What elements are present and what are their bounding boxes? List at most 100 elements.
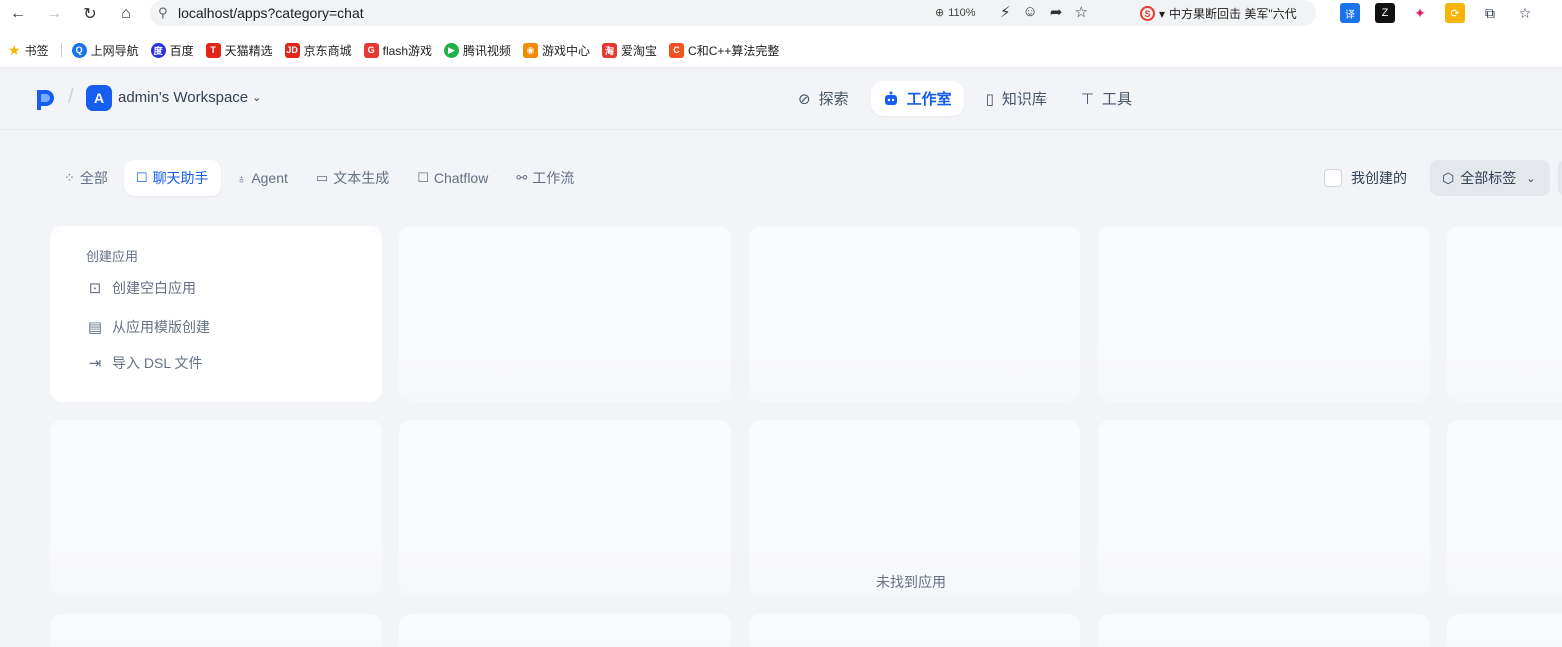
tab-agent[interactable]: ♁ Agent [225, 160, 300, 196]
create-blank-app-button[interactable]: ⊡ 创建空白应用 [86, 278, 196, 298]
bookmark-item[interactable]: JD 京东商城 [284, 42, 352, 59]
nav-knowledge[interactable]: ▯ 知识库 [974, 81, 1059, 116]
browser-toolbar: ← → ↻ ⌂ ⚲ localhost/apps?category=chat ⊕… [0, 0, 1562, 27]
workspace-switcher[interactable]: admin's Workspace ⌄ [118, 89, 261, 106]
share-icon[interactable]: ➦ [1050, 3, 1063, 21]
c-icon: C [669, 42, 685, 58]
breadcrumb-separator: / [68, 86, 74, 108]
tag-icon: ⬡ [1442, 169, 1455, 186]
placeholder-card [399, 420, 731, 596]
zoom-indicator[interactable]: ⊕ 110% [935, 6, 976, 20]
extension-star-icon[interactable]: ✦ [1410, 3, 1430, 23]
favorites-icon[interactable]: ☆ [1515, 3, 1535, 23]
baidu-icon: 度 [150, 42, 166, 58]
tab-all[interactable]: ⁘ 全部 [52, 160, 120, 196]
forward-button[interactable]: → [36, 0, 72, 27]
tmall-icon: T [205, 42, 221, 58]
placeholder-card [1098, 226, 1430, 402]
agent-icon: ♁ [236, 170, 247, 186]
tag-filter-label: 全部标签 [1460, 170, 1517, 186]
create-app-card: 创建应用 ⊡ 创建空白应用 ▤ 从应用模版创建 ⇥ 导入 DSL 文件 [50, 226, 382, 402]
placeholder-card [50, 420, 382, 596]
robot-icon [884, 91, 897, 105]
placeholder-card [749, 614, 1080, 647]
tool-icon: ⊤ [1080, 90, 1094, 108]
chevron-down-icon: ⌄ [252, 92, 262, 104]
reader-icon[interactable]: ☺ [1023, 3, 1038, 21]
category-tabs: ⁘ 全部 ☐ 聊天助手 ♁ Agent ▭ 文本生成 ☐ Chatflow ⚯ … [52, 160, 586, 196]
tag-filter-dropdown[interactable]: ⬡ 全部标签 ⌄ [1430, 160, 1550, 196]
bookmark-item[interactable]: ★ 书签 [8, 42, 49, 59]
placeholder-card [399, 226, 731, 402]
chevron-down-icon: ⌄ [1526, 172, 1536, 185]
create-from-template-button[interactable]: ▤ 从应用模版创建 [86, 317, 210, 337]
home-button[interactable]: ⌂ [108, 0, 144, 27]
bookmark-item[interactable]: ▶ 腾讯视频 [444, 42, 511, 59]
workspace-name: admin's Workspace [118, 89, 249, 106]
search-icon: ⚲ [158, 5, 168, 20]
bookmark-item[interactable]: C C和C++算法完整 [669, 42, 779, 59]
flash-game-icon: G [363, 42, 379, 58]
bookmarks-bar: ★ 书签 Q 上网导航 度 百度 T 天猫精选 JD 京东商城 G flash游… [0, 37, 1562, 63]
url-text[interactable]: localhost/apps?category=chat [178, 5, 364, 21]
tab-chatflow[interactable]: ☐ Chatflow [405, 160, 500, 196]
sogou-icon: S [1140, 6, 1155, 21]
nav-tools[interactable]: ⊤ 工具 [1069, 81, 1144, 116]
explore-icon: ⊘ [798, 90, 811, 108]
file-plus-icon: ⊡ [88, 280, 102, 297]
zoom-level: 110% [948, 6, 976, 19]
extension-z-icon[interactable]: Z [1375, 3, 1395, 23]
placeholder-card [399, 614, 731, 647]
main-nav: ⊘ 探索 工作室 ▯ 知识库 ⊤ 工具 [786, 81, 1144, 116]
create-app-title: 创建应用 [86, 249, 139, 264]
bookmark-item[interactable]: 度 百度 [150, 42, 194, 59]
app-header: / A admin's Workspace ⌄ ⊘ 探索 工作室 ▯ 知识库 ⊤… [0, 68, 1562, 130]
import-dsl-button[interactable]: ⇥ 导入 DSL 文件 [86, 353, 203, 373]
bookmark-item[interactable]: G flash游戏 [363, 42, 432, 59]
bookmark-star-icon[interactable]: ☆ [1074, 3, 1087, 21]
placeholder-card [1098, 420, 1430, 596]
bookmark-item[interactable]: ◉ 游戏中心 [523, 42, 590, 59]
nav-explore[interactable]: ⊘ 探索 [786, 81, 861, 116]
tencent-video-icon: ▶ [444, 42, 459, 58]
workspace-avatar[interactable]: A [86, 85, 112, 111]
address-bar[interactable]: ⚲ localhost/apps?category=chat ⊕ 110% ⚡ … [150, 0, 1316, 26]
reload-button[interactable]: ↻ [72, 0, 108, 27]
chat-bot-icon: ☐ [135, 170, 148, 185]
created-by-me-filter[interactable]: 我创建的 [1324, 168, 1407, 188]
placeholder-card [1447, 614, 1562, 647]
search-input[interactable] [1558, 160, 1562, 196]
grid-icon: ⁘ [64, 170, 75, 185]
tab-workflow[interactable]: ⚯ 工作流 [504, 160, 586, 196]
star-icon: ★ [8, 41, 21, 58]
translate-icon[interactable]: 译 [1340, 3, 1360, 23]
placeholder-card [749, 226, 1080, 402]
puzzle-icon[interactable]: ⧉ [1480, 3, 1500, 23]
back-button[interactable]: ← [0, 0, 36, 27]
bookmark-separator [60, 43, 62, 57]
bookmark-item[interactable]: 淘 爱淘宝 [602, 42, 657, 59]
jd-icon: JD [284, 42, 300, 58]
lightning-icon[interactable]: ⚡ [1000, 3, 1011, 21]
placeholder-card [1447, 420, 1562, 596]
import-icon: ⇥ [88, 355, 102, 372]
template-icon: ▤ [87, 319, 103, 336]
bookmark-item[interactable]: Q 上网导航 [71, 42, 139, 59]
book-icon: ▯ [985, 90, 994, 108]
extension-sync-icon[interactable]: ⟳ [1445, 3, 1465, 23]
empty-state-text: 未找到应用 [876, 574, 946, 590]
bookmark-item[interactable]: T 天猫精选 [205, 42, 273, 59]
created-by-me-label: 我创建的 [1351, 170, 1407, 186]
workflow-icon: ⚯ [516, 170, 528, 185]
tab-text-generation[interactable]: ▭ 文本生成 [304, 160, 401, 196]
logo-icon[interactable] [34, 88, 56, 112]
placeholder-card [1098, 614, 1430, 647]
game-center-icon: ◉ [523, 42, 539, 58]
navigation-icon: Q [71, 42, 87, 58]
placeholder-card [749, 420, 1080, 596]
news-text: 中方果断回击 美军"六代 [1169, 7, 1297, 21]
created-by-me-checkbox[interactable] [1324, 169, 1342, 187]
news-ticker[interactable]: S ▾ 中方果断回击 美军"六代 [1140, 5, 1297, 22]
tab-chat-assistant[interactable]: ☐ 聊天助手 [123, 160, 221, 196]
nav-studio[interactable]: 工作室 [870, 81, 964, 116]
